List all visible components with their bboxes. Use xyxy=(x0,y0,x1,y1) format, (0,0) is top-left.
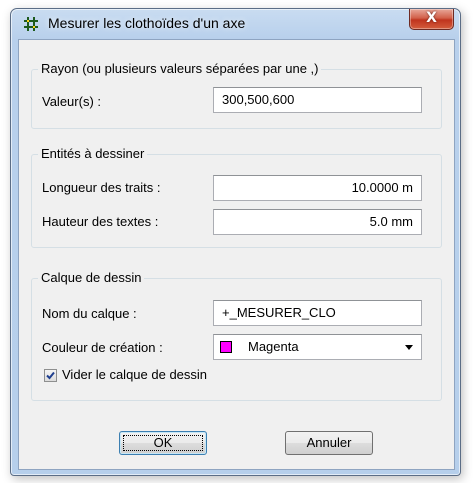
valeurs-input[interactable]: 300,500,600 xyxy=(213,87,422,113)
vider-checkbox[interactable] xyxy=(44,369,57,382)
longueur-input[interactable]: 10.0000 m xyxy=(213,175,422,201)
dialog-window: Mesurer les clothoïdes d'un axe X Rayon … xyxy=(10,8,461,476)
rayon-group: Rayon (ou plusieurs valeurs séparées par… xyxy=(31,61,442,129)
window-title: Mesurer les clothoïdes d'un axe xyxy=(48,15,246,31)
entites-group: Entités à dessiner Longueur des traits :… xyxy=(31,146,442,248)
entites-group-title: Entités à dessiner xyxy=(38,146,148,162)
calque-group-title: Calque de dessin xyxy=(38,270,145,286)
longueur-label: Longueur des traits : xyxy=(42,180,161,195)
nom-calque-label: Nom du calque : xyxy=(42,306,137,321)
dialog-client-area: Rayon (ou plusieurs valeurs séparées par… xyxy=(18,39,455,470)
calque-group: Calque de dessin Nom du calque : +_MESUR… xyxy=(31,270,442,401)
magenta-swatch xyxy=(220,341,232,353)
close-icon: X xyxy=(426,10,437,26)
vider-label[interactable]: Vider le calque de dessin xyxy=(62,367,207,383)
rayon-group-title: Rayon (ou plusieurs valeurs séparées par… xyxy=(38,61,322,77)
focus-rect xyxy=(123,435,203,451)
hauteur-label: Hauteur des textes : xyxy=(42,214,159,229)
ok-button[interactable]: OK xyxy=(119,431,207,455)
couleur-select-value: Magenta xyxy=(248,339,299,354)
checkmark-icon xyxy=(46,371,55,380)
close-button[interactable]: X xyxy=(409,9,454,30)
valeurs-label: Valeur(s) : xyxy=(42,94,101,109)
cancel-button-label: Annuler xyxy=(306,435,352,450)
cancel-button[interactable]: Annuler xyxy=(285,431,373,455)
hauteur-input[interactable]: 5.0 mm xyxy=(213,209,422,235)
couleur-select[interactable]: Magenta xyxy=(213,334,422,360)
grid-app-icon xyxy=(24,17,38,31)
dropdown-arrow-icon[interactable] xyxy=(405,345,413,350)
nom-calque-input[interactable]: +_MESURER_CLO xyxy=(213,300,422,326)
couleur-label: Couleur de création : xyxy=(42,340,163,355)
title-bar[interactable]: Mesurer les clothoïdes d'un axe X xyxy=(11,9,460,39)
